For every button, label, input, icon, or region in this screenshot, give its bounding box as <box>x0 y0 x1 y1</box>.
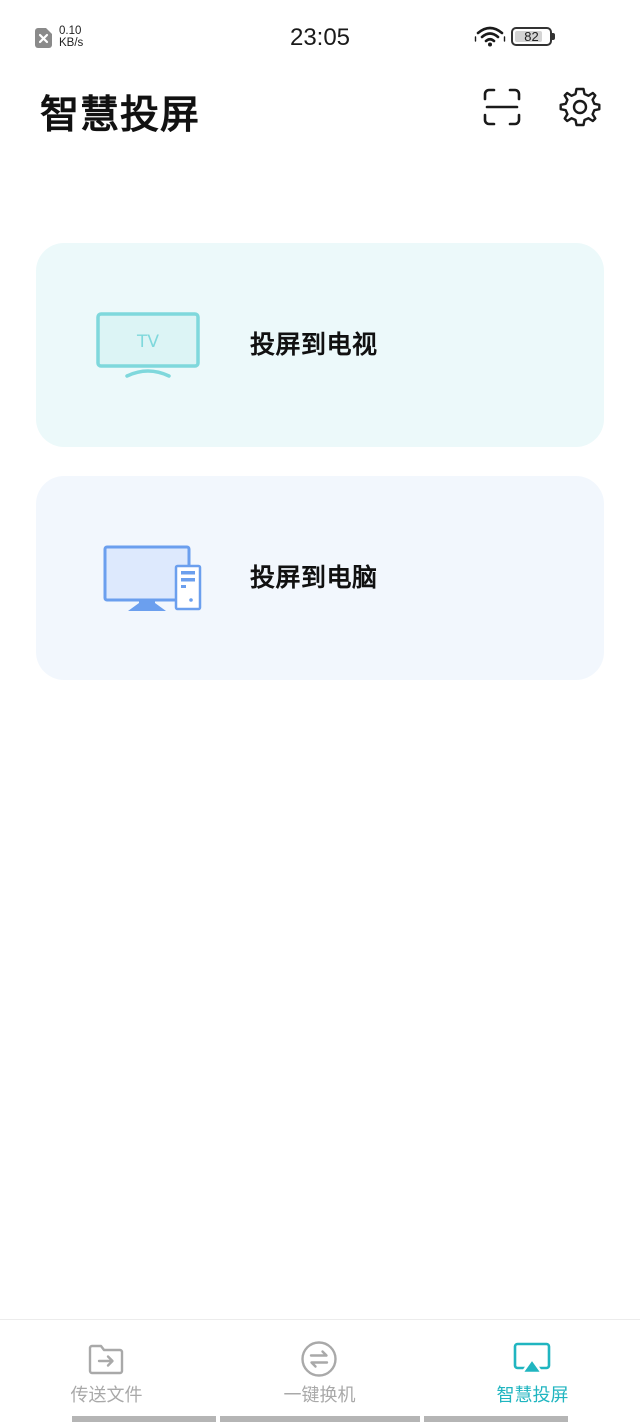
status-bar: 0.10 KB/s 23:05 82 <box>0 0 640 76</box>
battery-tip <box>552 33 555 40</box>
screen-cast-icon <box>513 1342 551 1375</box>
nav-label-phone-clone: 一键换机 <box>283 1385 356 1406</box>
page-title: 智慧投屏 <box>40 93 201 138</box>
battery-level: 82 <box>524 29 539 44</box>
computer-icon <box>103 545 202 611</box>
tv-icon-text: TV <box>136 332 159 352</box>
nav-label-transfer-files: 传送文件 <box>70 1385 143 1406</box>
home-indicator-right <box>424 1416 568 1422</box>
folder-transfer-icon <box>88 1344 124 1375</box>
home-indicator-left <box>72 1416 216 1422</box>
nav-item-phone-clone[interactable]: 一键换机 <box>213 1320 426 1412</box>
cast-to-tv-card[interactable]: TV 投屏到电视 <box>36 243 604 447</box>
swap-icon <box>301 1341 337 1377</box>
cast-to-tv-label: 投屏到电视 <box>250 330 378 359</box>
cast-to-computer-label: 投屏到电脑 <box>250 563 378 592</box>
nav-item-smart-cast[interactable]: 智慧投屏 <box>426 1320 639 1412</box>
tv-icon: TV <box>96 312 200 378</box>
wifi-icon <box>474 26 506 47</box>
nav-label-smart-cast: 智慧投屏 <box>496 1385 569 1406</box>
home-indicator-middle <box>220 1416 420 1422</box>
nav-item-transfer-files[interactable]: 传送文件 <box>0 1320 213 1412</box>
bottom-nav: 传送文件 一键换机 智慧投屏 <box>0 1319 640 1423</box>
cast-to-computer-card[interactable]: 投屏到电脑 <box>36 476 604 680</box>
gear-icon[interactable] <box>558 85 602 129</box>
scan-icon[interactable] <box>481 86 523 128</box>
battery-indicator: 82 <box>511 27 555 46</box>
